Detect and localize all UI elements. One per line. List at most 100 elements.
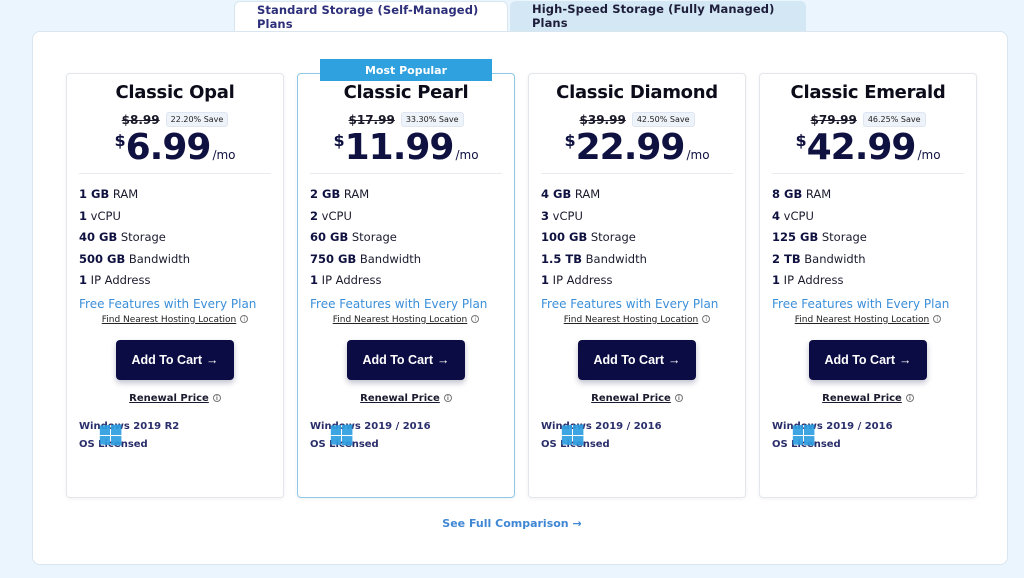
find-location-link[interactable]: Find Nearest Hosting Location [795,315,930,325]
info-icon[interactable]: i [933,315,942,323]
arrow-right-icon: → [899,352,912,367]
tab-high-speed-storage[interactable]: High-Speed Storage (Fully Managed) Plans [510,1,806,31]
find-location: Find Nearest Hosting Location i [79,315,271,325]
divider [79,173,271,174]
arrow-right-icon: → [437,352,450,367]
add-to-cart-label: Add To Cart [362,352,434,367]
spec-bandwidth: 2 TB Bandwidth [772,251,866,266]
renewal-price-link[interactable]: Renewal Price [822,393,902,404]
old-price: $39.99 [579,112,626,127]
spec-ram: 8 GB RAM [772,187,832,201]
price-row: $17.99 33.30% Save [310,112,502,127]
free-features-link[interactable]: Free Features with Every Plan [310,297,502,311]
spec-bandwidth: 1.5 TB Bandwidth [541,251,647,266]
info-icon[interactable]: i [471,315,480,323]
add-to-cart-button[interactable]: Add To Cart → [809,339,927,380]
info-icon[interactable]: i [212,393,221,402]
divider [310,173,502,174]
windows-icon [330,423,353,446]
spec-vcpu: 3 vCPU [541,208,583,223]
spec-list: 1 GB RAM 1 vCPU 40 GB Storage 500 GB Ban… [79,184,271,292]
current-price: $ 11.99 /mo [310,129,502,167]
price-row: $8.99 22.20% Save [79,112,271,127]
free-features-link[interactable]: Free Features with Every Plan [772,297,964,311]
info-icon[interactable]: i [905,393,914,402]
price-row: $79.99 46.25% Save [772,112,964,127]
spec-list: 2 GB RAM 2 vCPU 60 GB Storage 750 GB Ban… [310,184,502,292]
plan-card-classic-opal: Classic Opal $8.99 22.20% Save $ 6.99 /m… [66,73,284,498]
current-price: $ 42.99 /mo [772,129,964,167]
save-badge: 46.25% Save [862,112,926,127]
currency-symbol: $ [795,131,807,150]
free-features-link[interactable]: Free Features with Every Plan [79,297,271,311]
spec-ip: 1 IP Address [79,273,151,287]
renewal-price: Renewal Price i [79,393,271,404]
current-price: $ 22.99 /mo [541,129,733,167]
free-features-link[interactable]: Free Features with Every Plan [541,297,733,311]
arrow-right-icon: → [206,352,219,367]
find-location: Find Nearest Hosting Location i [541,315,733,325]
price-period: /mo [686,148,710,162]
renewal-price: Renewal Price i [310,393,502,404]
see-full-comparison-link[interactable]: See Full Comparison → [0,517,1024,530]
find-location-link[interactable]: Find Nearest Hosting Location [102,315,237,325]
find-location: Find Nearest Hosting Location i [310,315,502,325]
add-to-cart-label: Add To Cart [824,352,896,367]
info-icon[interactable]: i [240,315,249,323]
renewal-price-link[interactable]: Renewal Price [129,393,209,404]
spec-vcpu: 4 vCPU [772,208,814,223]
plan-cards: Classic Opal $8.99 22.20% Save $ 6.99 /m… [66,59,977,498]
os-info: Windows 2019 / 2016 OS Licensed [310,418,502,454]
find-location: Find Nearest Hosting Location i [772,315,964,325]
save-badge: 22.20% Save [165,112,229,127]
spec-vcpu: 1 vCPU [79,208,121,223]
spec-ram: 4 GB RAM [541,187,601,201]
price-amount: 11.99 [344,127,455,168]
plan-name: Classic Emerald [790,82,946,103]
os-info: Windows 2019 / 2016 OS Licensed [541,418,733,454]
info-icon[interactable]: i [674,393,683,402]
spec-vcpu: 2 vCPU [310,208,352,223]
plan-card-classic-diamond: Classic Diamond $39.99 42.50% Save $ 22.… [528,73,746,498]
price-amount: 42.99 [806,127,917,168]
old-price: $79.99 [810,112,857,127]
save-badge: 33.30% Save [400,112,464,127]
currency-symbol: $ [114,131,126,150]
spec-storage: 125 GB Storage [772,230,867,244]
spec-ip: 1 IP Address [772,273,844,287]
price-row: $39.99 42.50% Save [541,112,733,127]
price-period: /mo [212,148,236,162]
spec-storage: 60 GB Storage [310,230,397,244]
spec-list: 8 GB RAM 4 vCPU 125 GB Storage 2 TB Band… [772,184,964,292]
spec-bandwidth: 500 GB Bandwidth [79,251,191,266]
tab-standard-storage[interactable]: Standard Storage (Self-Managed) Plans [234,1,508,31]
currency-symbol: $ [564,131,576,150]
renewal-price-link[interactable]: Renewal Price [360,393,440,404]
windows-icon [561,423,584,446]
spec-storage: 40 GB Storage [79,230,166,244]
price-amount: 6.99 [125,127,212,168]
plan-name: Classic Diamond [556,82,718,103]
find-location-link[interactable]: Find Nearest Hosting Location [333,315,468,325]
add-to-cart-button[interactable]: Add To Cart → [578,339,696,380]
info-icon[interactable]: i [702,315,711,323]
renewal-price-link[interactable]: Renewal Price [591,393,671,404]
price-period: /mo [455,148,479,162]
os-info: Windows 2019 R2 OS Licensed [79,418,271,454]
info-icon[interactable]: i [443,393,452,402]
renewal-price: Renewal Price i [772,393,964,404]
plan-tabs: Standard Storage (Self-Managed) Plans Hi… [234,1,806,31]
add-to-cart-button[interactable]: Add To Cart → [347,339,465,380]
add-to-cart-button[interactable]: Add To Cart → [116,339,234,380]
price-period: /mo [917,148,941,162]
plans-panel: Classic Opal $8.99 22.20% Save $ 6.99 /m… [32,31,1008,565]
save-badge: 42.50% Save [631,112,695,127]
find-location-link[interactable]: Find Nearest Hosting Location [564,315,699,325]
os-info: Windows 2019 / 2016 OS Licensed [772,418,964,454]
current-price: $ 6.99 /mo [79,129,271,167]
divider [541,173,733,174]
old-price: $17.99 [348,112,395,127]
arrow-right-icon: → [668,352,681,367]
currency-symbol: $ [333,131,345,150]
divider [772,173,964,174]
